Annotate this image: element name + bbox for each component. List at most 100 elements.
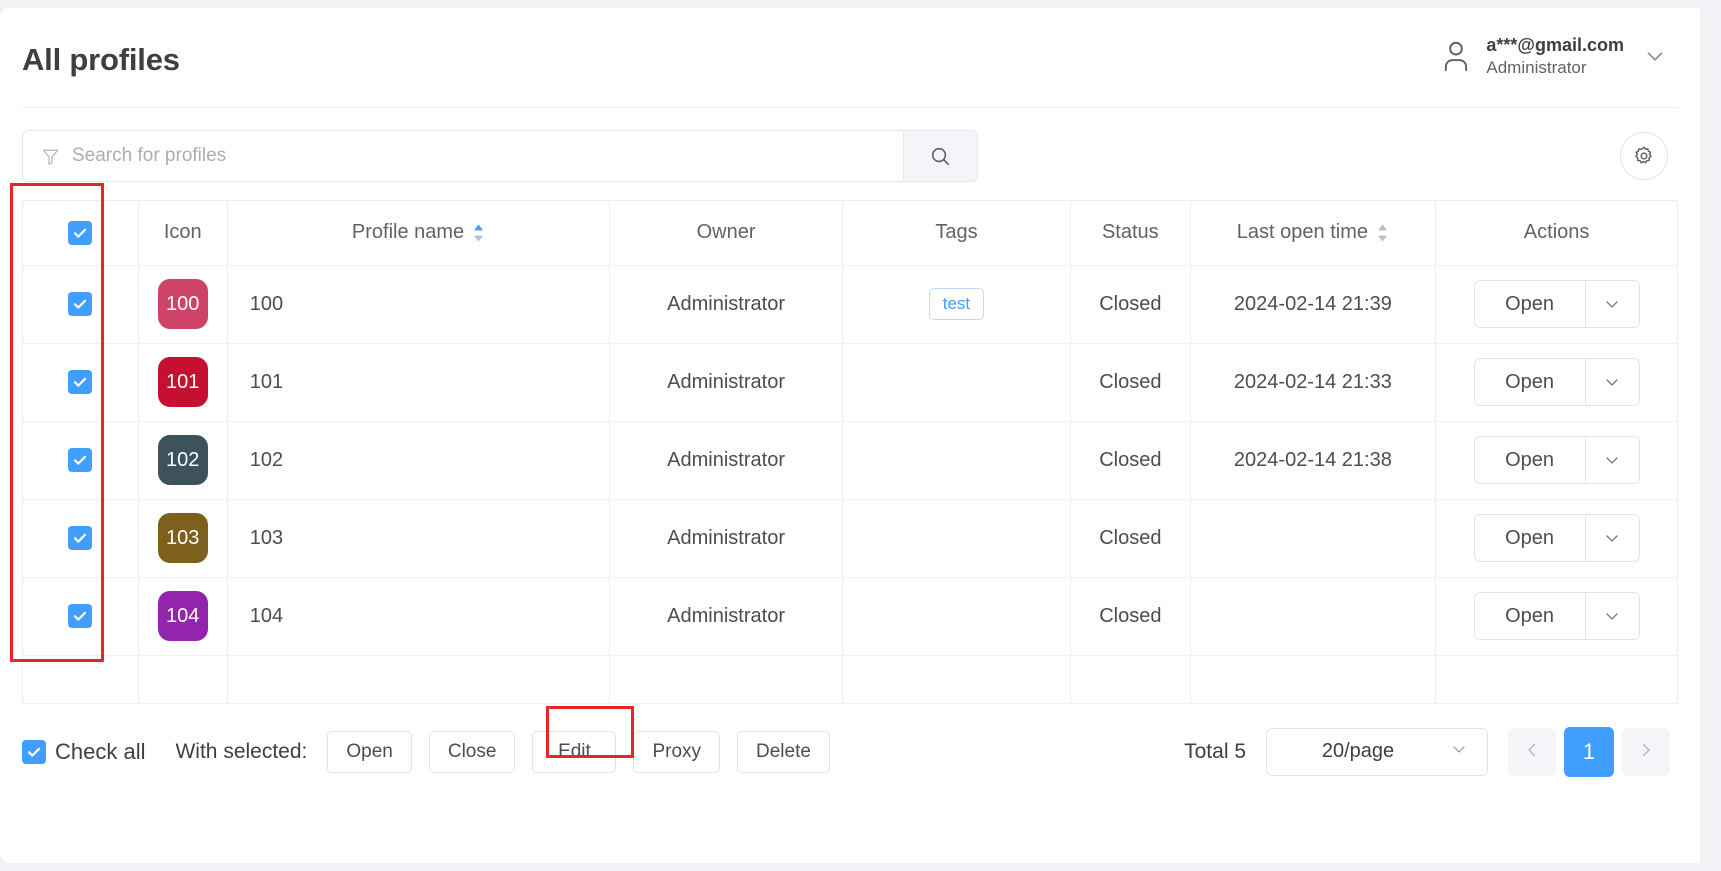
empty-cell — [1435, 655, 1677, 704]
sort-icon[interactable] — [472, 223, 485, 243]
chevron-right-icon — [1637, 741, 1655, 762]
row-last-open-time: 2024-02-14 21:38 — [1190, 421, 1437, 500]
page-1-button[interactable]: 1 — [1564, 726, 1614, 777]
open-button[interactable]: Open — [1474, 359, 1585, 405]
page-header: All profiles a***@gmail.com Administrato… — [22, 8, 1678, 108]
table-row: 101 101 Administrator Closed 2024-02-14 21:3… — [23, 343, 1677, 422]
open-split-button: Open — [1473, 514, 1640, 562]
empty-cell — [227, 655, 611, 704]
column-header-tags: Tags — [842, 201, 1072, 266]
search-input[interactable] — [72, 145, 885, 167]
open-button[interactable]: Open — [1474, 515, 1585, 561]
row-status: Closed — [1070, 265, 1191, 344]
page-title: All profiles — [22, 42, 180, 77]
bulk-delete-button[interactable]: Delete — [737, 730, 830, 773]
column-header-actions-label: Actions — [1523, 221, 1590, 244]
row-tags: test — [842, 265, 1072, 344]
select-all-checkbox[interactable] — [68, 220, 93, 245]
chevron-down-icon — [1449, 739, 1469, 764]
page-size-select[interactable]: 20/page — [1266, 727, 1488, 776]
tag-chip[interactable]: test — [928, 288, 985, 320]
column-header-profile-name[interactable]: Profile name — [227, 201, 611, 266]
row-tags — [842, 421, 1072, 500]
profile-badge: 104 — [157, 591, 208, 641]
search-icon — [929, 145, 952, 168]
row-checkbox[interactable] — [68, 526, 93, 550]
open-button[interactable]: Open — [1474, 437, 1585, 483]
column-header-tags-label: Tags — [935, 221, 978, 244]
prev-page-button[interactable] — [1508, 727, 1556, 776]
row-status: Closed — [1070, 499, 1191, 578]
open-button[interactable]: Open — [1474, 593, 1585, 639]
user-menu[interactable]: a***@gmail.com Administrator — [1440, 34, 1668, 79]
row-icon-cell: 101 — [138, 343, 228, 422]
row-actions: Open — [1435, 343, 1677, 422]
column-header-icon-label: Icon — [163, 221, 202, 244]
empty-cell — [842, 655, 1072, 704]
user-email: a***@gmail.com — [1486, 35, 1624, 55]
column-header-last-open-time-label: Last open time — [1236, 221, 1368, 244]
pagination: 1 — [1508, 726, 1670, 777]
column-header-owner-label: Owner — [696, 221, 756, 244]
row-icon-cell: 100 — [138, 265, 228, 344]
bulk-close-button[interactable]: Close — [428, 730, 516, 773]
check-all-control[interactable]: Check all — [22, 739, 145, 765]
row-last-open-time — [1190, 577, 1437, 656]
search-submit-button[interactable] — [903, 131, 977, 181]
page-size-value: 20/page — [1321, 740, 1395, 762]
empty-cell — [23, 655, 139, 704]
open-dropdown-button[interactable] — [1584, 515, 1639, 561]
row-status: Closed — [1070, 577, 1191, 656]
row-profile-name: 103 — [227, 499, 611, 578]
open-dropdown-button[interactable] — [1584, 359, 1639, 405]
open-dropdown-button[interactable] — [1584, 281, 1639, 327]
table-row: 103 103 Administrator Closed Open — [23, 499, 1677, 578]
bulk-action-bar: Check all With selected: Open Close Edit Pr… — [22, 704, 1678, 800]
row-icon-cell: 102 — [138, 421, 228, 500]
bulk-proxy-button[interactable]: Proxy — [633, 730, 721, 773]
row-owner: Administrator — [609, 499, 843, 578]
settings-button[interactable] — [1620, 132, 1668, 180]
row-select-cell — [23, 265, 139, 344]
row-owner: Administrator — [609, 421, 843, 500]
profile-badge: 103 — [157, 513, 208, 563]
row-checkbox[interactable] — [68, 604, 93, 628]
filter-icon[interactable] — [41, 147, 60, 166]
row-owner: Administrator — [609, 577, 843, 656]
row-profile-name: 101 — [227, 343, 611, 422]
table-row: 104 104 Administrator Closed Open — [23, 577, 1677, 656]
row-profile-name: 102 — [227, 421, 611, 500]
pagination-area: Total 5 20/page 1 — [1184, 726, 1670, 777]
column-header-actions: Actions — [1435, 201, 1677, 266]
row-actions: Open — [1435, 577, 1677, 656]
row-last-open-time — [1190, 499, 1437, 578]
gear-icon — [1633, 145, 1655, 167]
check-all-label: Check all — [55, 738, 146, 764]
bulk-action-buttons: Open Close Edit Proxy Delete — [327, 730, 830, 773]
row-checkbox[interactable] — [68, 292, 93, 316]
row-actions: Open — [1435, 499, 1677, 578]
user-role: Administrator — [1486, 58, 1587, 78]
profiles-table: Icon Profile name Owner Tags Status Last… — [23, 201, 1677, 704]
check-all-checkbox[interactable] — [22, 739, 46, 764]
row-last-open-time: 2024-02-14 21:33 — [1190, 343, 1437, 422]
open-dropdown-button[interactable] — [1584, 593, 1639, 639]
row-checkbox[interactable] — [68, 370, 93, 394]
row-tags — [842, 577, 1072, 656]
column-header-last-open-time[interactable]: Last open time — [1190, 201, 1437, 266]
bulk-open-button[interactable]: Open — [327, 730, 412, 773]
search-bar — [22, 130, 978, 182]
next-page-button[interactable] — [1622, 727, 1670, 776]
open-dropdown-button[interactable] — [1584, 437, 1639, 483]
sort-icon[interactable] — [1376, 223, 1389, 243]
open-button[interactable]: Open — [1474, 281, 1585, 327]
empty-cell — [1190, 655, 1437, 704]
empty-cell — [138, 655, 228, 704]
bulk-edit-button[interactable]: Edit — [532, 730, 617, 773]
row-checkbox[interactable] — [68, 448, 93, 472]
table-row: 102 102 Administrator Closed 2024-02-14 21:3… — [23, 421, 1677, 500]
table-header-row: Icon Profile name Owner Tags Status Last… — [23, 201, 1677, 266]
chevron-down-icon[interactable] — [1642, 43, 1668, 69]
row-actions: Open — [1435, 265, 1677, 344]
search-field — [23, 131, 903, 181]
